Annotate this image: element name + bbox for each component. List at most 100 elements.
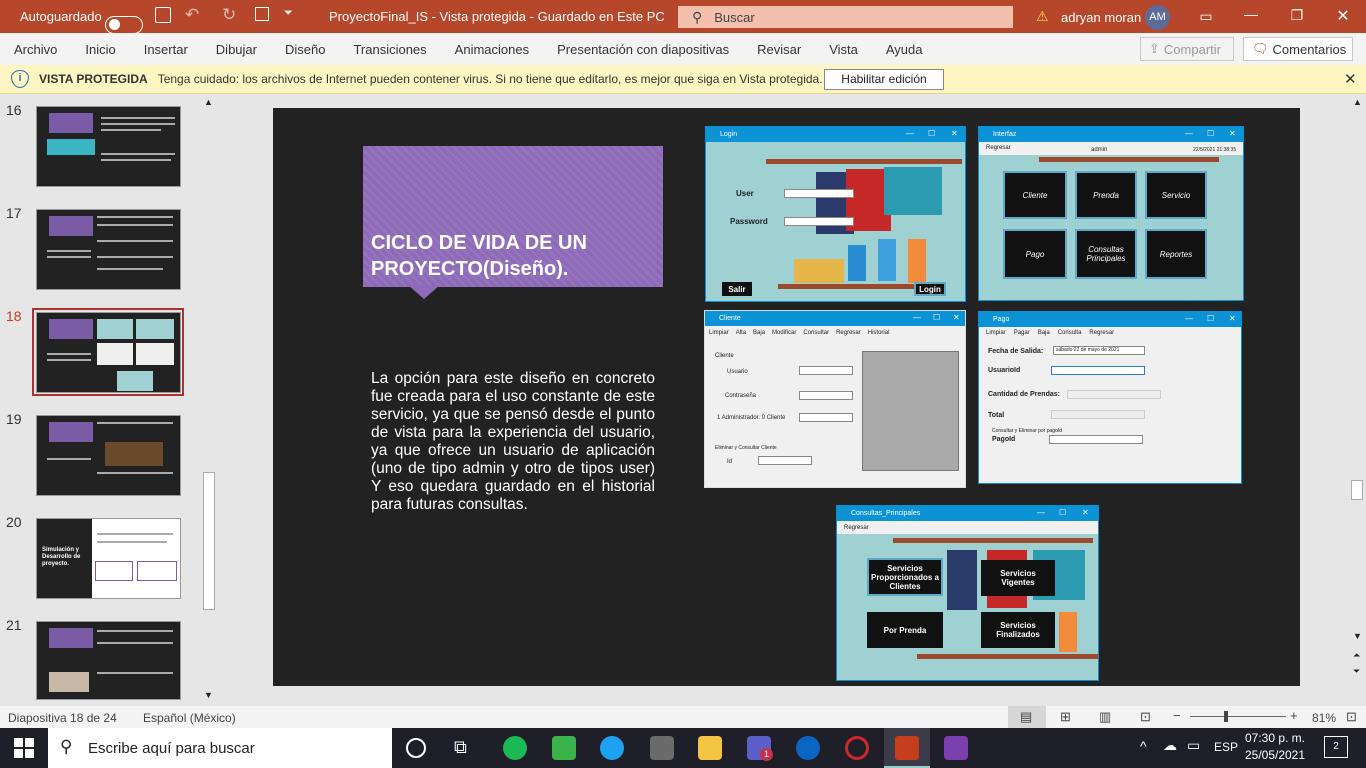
slide-thumbnail-19[interactable] <box>36 415 181 496</box>
ribbon-tab-3[interactable]: Dibujar <box>202 42 271 57</box>
comments-button[interactable]: 🗨 Comentarios <box>1243 37 1353 61</box>
ribbon-tab-10[interactable]: Ayuda <box>872 42 937 57</box>
slide-title[interactable]: CICLO DE VIDA DE UN PROYECTO(Diseño). <box>371 230 661 282</box>
enable-editing-button[interactable]: Habilitar edición <box>824 69 944 90</box>
ribbon-tab-6[interactable]: Animaciones <box>441 42 543 57</box>
slide-thumbnail-16[interactable] <box>36 106 181 187</box>
cliente-menu-item: Baja <box>753 330 766 336</box>
pago-usuario-field <box>1051 366 1145 375</box>
cliente-window-title: Cliente <box>719 315 741 322</box>
normal-view-icon: ▤ <box>1020 709 1033 724</box>
wifi-icon[interactable]: ▭ <box>1187 737 1200 754</box>
edge-icon[interactable] <box>600 736 624 760</box>
present-from-beginning-icon[interactable] <box>255 7 269 21</box>
green-app-icon[interactable] <box>552 736 576 760</box>
next-slide-icon[interactable]: ⏷ <box>1353 666 1360 677</box>
windows-start-icon[interactable] <box>14 738 34 758</box>
language-indicator[interactable]: Español (México) <box>143 711 236 725</box>
slide-body-text[interactable]: La opción para este diseño en concreto f… <box>371 370 655 514</box>
consultas-proporcionados-button: Servicios Proporcionados a Clientes <box>867 558 943 596</box>
minimize-icon[interactable]: — <box>1228 6 1274 22</box>
user-name[interactable]: adryan moran <box>1061 10 1141 25</box>
pago-menu-item: Regresar <box>1089 330 1115 336</box>
search-box[interactable]: ⚲ Buscar <box>678 6 1013 28</box>
scroll-down-icon[interactable]: ▼ <box>204 690 213 700</box>
slide-thumbnail-18[interactable] <box>36 312 181 393</box>
pago-pagoid-label: PagoId <box>992 436 1016 443</box>
zoom-out-icon[interactable]: − <box>1173 708 1181 723</box>
previous-slide-icon[interactable]: ⏶ <box>1353 650 1360 661</box>
thumb-number: 18 <box>6 308 22 324</box>
slide-thumbnail-20[interactable]: Simulación y Desarrollo de proyecto. <box>36 518 181 599</box>
user-avatar[interactable]: AM <box>1145 5 1170 30</box>
file-explorer-icon[interactable] <box>698 736 722 760</box>
share-button[interactable]: ⇪ Compartir <box>1140 37 1234 61</box>
opera-icon[interactable] <box>845 736 869 760</box>
zoom-level[interactable]: 81% <box>1312 711 1336 725</box>
zoom-slider-track[interactable] <box>1190 716 1286 717</box>
show-hidden-icons[interactable]: ^ <box>1140 738 1147 754</box>
taskbar-search[interactable]: ⚲ Escribe aquí para buscar <box>48 728 392 768</box>
powerpoint-taskbar-button[interactable] <box>884 728 930 768</box>
ribbon-tab-7[interactable]: Presentación con diapositivas <box>543 42 743 57</box>
network-icon[interactable]: ☁ <box>1163 737 1177 754</box>
scroll-down-icon[interactable]: ▼ <box>1353 631 1362 641</box>
cliente-menu-item: Limpiar <box>709 330 729 336</box>
taskbar-clock[interactable]: 07:30 p. m. 25/05/2021 <box>1240 730 1310 764</box>
visual-studio-icon[interactable] <box>944 736 968 760</box>
ribbon-tab-4[interactable]: Diseño <box>271 42 339 57</box>
ribbon-tab-2[interactable]: Insertar <box>130 42 202 57</box>
close-bar-icon[interactable]: ✕ <box>1344 70 1357 88</box>
ribbon-tab-1[interactable]: Inicio <box>71 42 129 57</box>
save-icon[interactable] <box>155 7 171 23</box>
undo-icon[interactable]: ↶ <box>185 5 199 25</box>
pago-menu-item: Pagar <box>1013 330 1030 336</box>
thumb-number: 20 <box>6 514 22 530</box>
ribbon-tab-8[interactable]: Revisar <box>743 42 815 57</box>
pago-total-field <box>1051 410 1145 419</box>
zoom-slider-thumb[interactable] <box>1224 711 1228 722</box>
fit-to-window-icon[interactable]: ⊡ <box>1346 709 1357 725</box>
app-icon[interactable] <box>650 736 674 760</box>
autosave-toggle[interactable] <box>105 15 143 34</box>
slide-thumbnail-17[interactable] <box>36 209 181 290</box>
notifications-icon[interactable]: 2 <box>1324 736 1348 758</box>
spotify-icon[interactable] <box>503 736 527 760</box>
zoom-in-icon[interactable]: + <box>1290 708 1298 723</box>
customize-qat-icon[interactable]: ⏷ <box>284 7 293 20</box>
ribbon-tab-5[interactable]: Transiciones <box>339 42 440 57</box>
cliente-window-titlebar: Cliente — ☐ ✕ <box>705 311 965 326</box>
thumbnail-scrollbar[interactable]: ▲ ▼ <box>201 94 217 706</box>
ribbon-tab-9[interactable]: Vista <box>815 42 872 57</box>
thumb-text <box>97 533 173 535</box>
ribbon-display-options-icon[interactable]: ▭ <box>1183 8 1229 25</box>
redo-icon[interactable]: ↻ <box>222 5 236 25</box>
task-view-icon[interactable]: ⧉ <box>454 737 467 758</box>
slide-thumbnail-21[interactable] <box>36 621 181 700</box>
slide-sorter-icon[interactable]: ⊞ <box>1060 709 1071 725</box>
ribbon-tab-0[interactable]: Archivo <box>0 42 71 57</box>
thumb-text <box>97 240 173 242</box>
scroll-up-icon[interactable]: ▲ <box>204 97 213 107</box>
thumb-image <box>47 139 95 155</box>
scroll-thumb[interactable] <box>1351 480 1363 500</box>
pago-cantidad-field <box>1067 390 1161 399</box>
slideshow-icon[interactable]: ⊡ <box>1140 709 1151 725</box>
azure-icon[interactable] <box>796 736 820 760</box>
main-scrollbar[interactable]: ▲ ▼ ⏶ ⏷ <box>1349 94 1366 706</box>
normal-view-button[interactable]: ▤ <box>1008 706 1046 728</box>
scroll-thumb[interactable] <box>203 472 215 610</box>
share-label: Compartir <box>1163 41 1221 57</box>
close-icon[interactable]: ✕ <box>1320 6 1366 26</box>
powerpoint-icon <box>895 736 919 760</box>
shelf-rod <box>1039 157 1219 162</box>
protected-title: VISTA PROTEGIDA <box>39 72 148 86</box>
cliente-id-field <box>758 456 812 465</box>
cortana-icon[interactable] <box>406 738 426 758</box>
scroll-up-icon[interactable]: ▲ <box>1353 97 1362 107</box>
reading-view-icon[interactable]: ▥ <box>1099 709 1111 725</box>
maximize-icon[interactable]: ❐ <box>1274 7 1320 24</box>
thumb-image <box>136 319 174 339</box>
language-tray[interactable]: ESP <box>1214 740 1238 754</box>
thumb-text <box>101 129 161 131</box>
